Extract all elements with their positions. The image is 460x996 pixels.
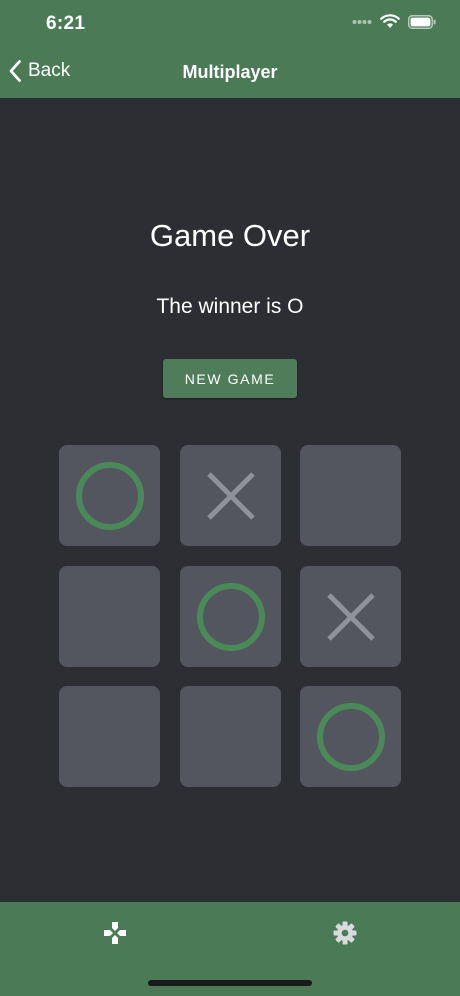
board-cell[interactable] [300,686,401,787]
status-time: 6:21 [46,13,86,34]
o-mark [196,582,265,651]
x-mark [206,471,255,520]
tab-game[interactable] [100,918,130,948]
board-cell[interactable] [300,566,401,667]
home-indicator [148,980,312,986]
board-cell[interactable] [59,445,160,546]
board-cell[interactable] [59,686,160,787]
winner-text: The winner is O [156,295,304,318]
board-cell[interactable] [180,686,281,787]
status-indicators [352,14,436,29]
battery-icon [408,14,436,29]
gear-icon [333,921,357,945]
board-cell[interactable] [180,445,281,546]
gamepad-icon [104,922,126,944]
status-bar: 6:21 [0,0,460,48]
new-game-button[interactable]: NEW GAME [163,359,297,398]
x-mark [326,592,375,641]
navigation-bar: Back Multiplayer [0,48,460,98]
o-mark [75,461,144,530]
game-over-title: Game Over [149,218,311,253]
game-board [59,445,401,787]
wifi-icon [380,14,400,28]
board-cell[interactable] [300,445,401,546]
o-mark [316,702,385,771]
tab-settings[interactable] [330,918,360,948]
cellular-signal-icon [352,19,372,24]
page-title: Multiplayer [182,62,278,82]
board-cell[interactable] [59,566,160,667]
board-cell[interactable] [180,566,281,667]
